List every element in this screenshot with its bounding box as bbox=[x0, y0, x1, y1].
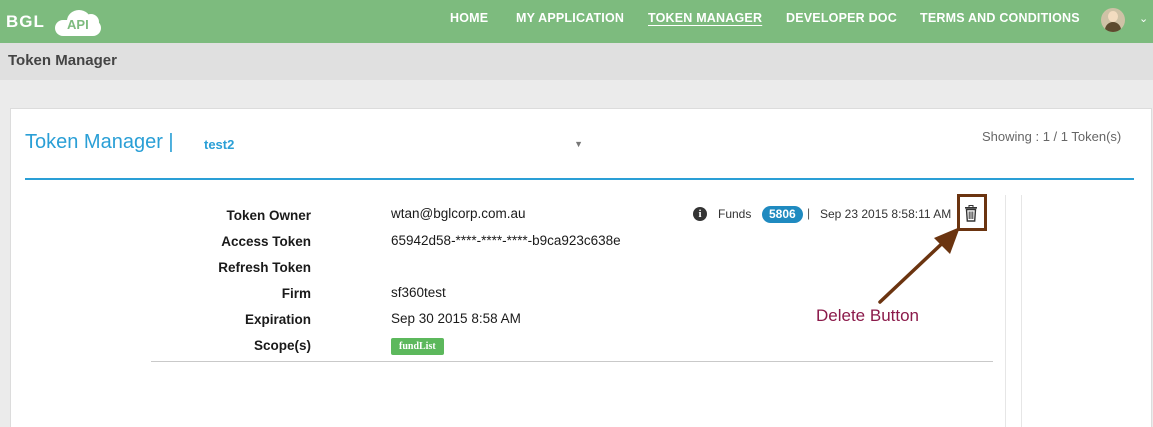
value-token-owner: wtan@bglcorp.com.au bbox=[391, 206, 526, 221]
label-expiration: Expiration bbox=[244, 312, 311, 327]
nav-my-application[interactable]: MY APPLICATION bbox=[516, 11, 624, 25]
value-firm: sf360test bbox=[391, 285, 446, 300]
top-navbar: BGL API HOME MY APPLICATION TOKEN MANAGE… bbox=[0, 0, 1153, 43]
brand-badge: API bbox=[67, 17, 89, 32]
scope-tag: fundList bbox=[391, 338, 444, 355]
token-count-text: Showing : 1 / 1 Token(s) bbox=[982, 129, 1122, 144]
annotation-label: Delete Button bbox=[816, 306, 920, 325]
brand-logo[interactable]: BGL API bbox=[6, 7, 101, 37]
info-icon[interactable]: i bbox=[693, 207, 707, 221]
annotation-arrow bbox=[878, 227, 960, 304]
nav-terms-and-conditions[interactable]: TERMS AND CONDITIONS bbox=[920, 11, 1080, 25]
chevron-down-icon[interactable]: ⌄ bbox=[1139, 12, 1148, 25]
nav-developer-doc[interactable]: DEVELOPER DOC bbox=[786, 11, 897, 25]
label-token-owner: Token Owner bbox=[226, 208, 311, 223]
label-refresh-token: Refresh Token bbox=[218, 260, 311, 275]
title-divider bbox=[25, 178, 1134, 180]
meta-separator: | bbox=[807, 206, 811, 220]
token-divider bbox=[151, 361, 993, 362]
token-select[interactable]: test2 ▼ bbox=[204, 137, 586, 155]
caret-down-icon: ▼ bbox=[574, 139, 583, 149]
label-access-token: Access Token bbox=[221, 234, 311, 249]
user-avatar[interactable] bbox=[1101, 8, 1125, 32]
cloud-icon: API bbox=[54, 8, 101, 36]
brand-name: BGL bbox=[6, 12, 45, 31]
right-column-divider bbox=[1005, 195, 1022, 427]
funds-label: Funds bbox=[718, 207, 752, 221]
funds-count-badge: 5806 bbox=[762, 206, 803, 223]
value-expiration: Sep 30 2015 8:58 AM bbox=[391, 311, 521, 326]
value-access-token: 65942d58-****-****-****-b9ca923c638e bbox=[391, 233, 621, 248]
token-issued-date: Sep 23 2015 8:58:11 AM bbox=[820, 207, 952, 221]
label-scopes: Scope(s) bbox=[253, 338, 311, 353]
page-title-band: Token Manager bbox=[0, 43, 1153, 80]
page-title: Token Manager bbox=[8, 52, 117, 69]
nav-token-manager[interactable]: TOKEN MANAGER bbox=[648, 11, 762, 25]
nav-home[interactable]: HOME bbox=[450, 11, 488, 25]
token-select-value: test2 bbox=[204, 137, 235, 152]
label-firm: Firm bbox=[281, 286, 311, 301]
panel-title: Token Manager | bbox=[25, 131, 174, 153]
